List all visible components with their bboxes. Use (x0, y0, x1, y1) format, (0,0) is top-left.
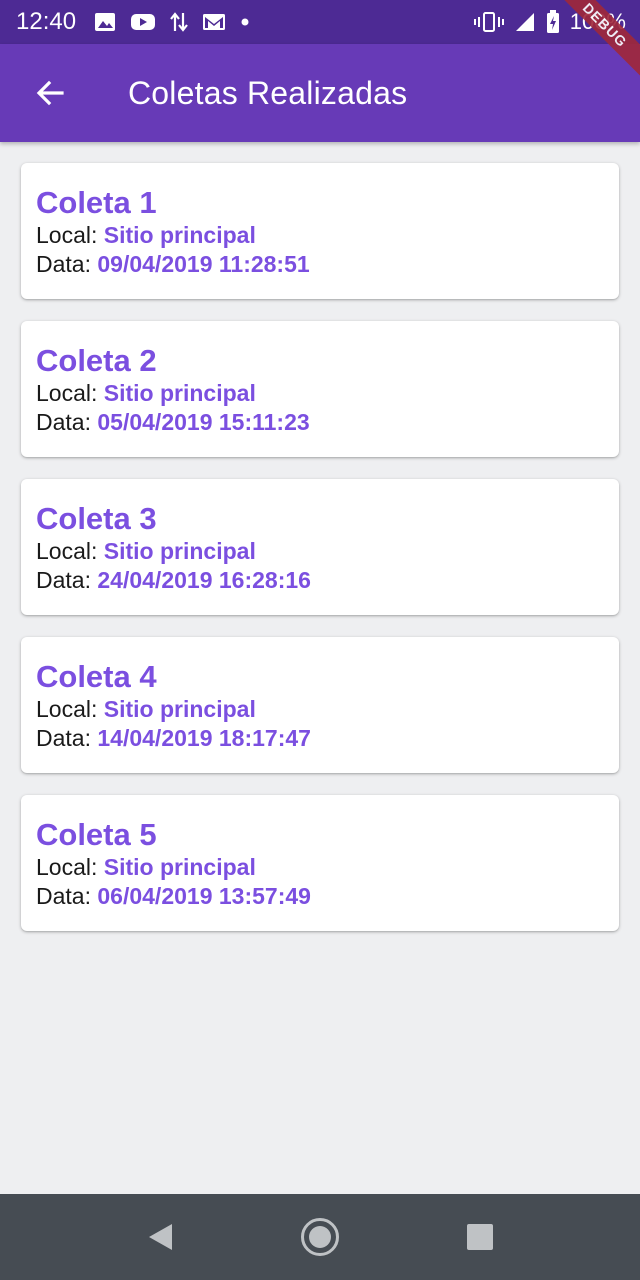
local-label: Local: (36, 696, 104, 722)
data-value: 24/04/2019 16:28:16 (97, 567, 311, 593)
local-value: Sitio principal (103, 696, 256, 722)
local-label: Local: (36, 222, 104, 248)
coleta-data: Data: 09/04/2019 11:28:51 (36, 250, 604, 279)
coleta-local: Local: Sitio principal (36, 379, 604, 408)
status-notification-icons (94, 11, 250, 33)
coleta-local: Local: Sitio principal (36, 537, 604, 566)
coleta-local: Local: Sitio principal (36, 221, 604, 250)
coleta-title: Coleta 1 (36, 185, 157, 220)
signal-icon (514, 11, 536, 33)
coleta-data: Data: 06/04/2019 13:57:49 (36, 882, 604, 911)
coleta-title: Coleta 4 (36, 659, 157, 694)
home-circle-icon (300, 1217, 340, 1257)
local-label: Local: (36, 538, 104, 564)
arrow-left-icon (35, 78, 65, 108)
coletas-list: Coleta 1 Local: Sitio principal Data: 09… (21, 163, 619, 953)
local-label: Local: (36, 380, 104, 406)
coleta-data: Data: 24/04/2019 16:28:16 (36, 566, 604, 595)
coleta-card[interactable]: Coleta 2 Local: Sitio principal Data: 05… (21, 321, 619, 457)
local-value: Sitio principal (103, 222, 256, 248)
coleta-data: Data: 05/04/2019 15:11:23 (36, 408, 604, 437)
back-triangle-icon (146, 1222, 174, 1252)
gmail-icon (202, 12, 226, 32)
data-label: Data: (36, 567, 98, 593)
data-value: 09/04/2019 11:28:51 (97, 251, 310, 277)
system-nav-bar (0, 1194, 640, 1280)
debug-banner: DEBUG (540, 0, 640, 100)
back-button[interactable] (20, 63, 80, 123)
coleta-title: Coleta 3 (36, 501, 157, 536)
data-label: Data: (36, 251, 98, 277)
recents-square-icon (466, 1223, 494, 1251)
coleta-card[interactable]: Coleta 5 Local: Sitio principal Data: 06… (21, 795, 619, 931)
data-value: 14/04/2019 18:17:47 (97, 725, 311, 751)
notification-dot-icon (240, 17, 250, 27)
nav-back-button[interactable] (120, 1197, 200, 1277)
data-label: Data: (36, 409, 98, 435)
coleta-local: Local: Sitio principal (36, 853, 604, 882)
youtube-icon (130, 12, 156, 32)
coleta-local: Local: Sitio principal (36, 695, 604, 724)
status-time: 12:40 (16, 8, 77, 35)
local-value: Sitio principal (103, 854, 256, 880)
local-label: Local: (36, 854, 104, 880)
debug-label: DEBUG (544, 0, 640, 86)
page-title: Coletas Realizadas (128, 74, 408, 111)
coleta-card[interactable]: Coleta 4 Local: Sitio principal Data: 14… (21, 637, 619, 773)
data-value: 05/04/2019 15:11:23 (97, 409, 310, 435)
coleta-card[interactable]: Coleta 1 Local: Sitio principal Data: 09… (21, 163, 619, 299)
nav-home-button[interactable] (280, 1197, 360, 1277)
data-value: 06/04/2019 13:57:49 (97, 883, 311, 909)
coleta-card[interactable]: Coleta 3 Local: Sitio principal Data: 24… (21, 479, 619, 615)
coleta-title: Coleta 5 (36, 817, 157, 852)
local-value: Sitio principal (103, 380, 256, 406)
coleta-data: Data: 14/04/2019 18:17:47 (36, 724, 604, 753)
image-icon (94, 12, 116, 32)
vibrate-icon (473, 11, 504, 33)
nav-recents-button[interactable] (440, 1197, 520, 1277)
data-label: Data: (36, 725, 98, 751)
data-transfer-icon (170, 11, 188, 33)
coleta-title: Coleta 2 (36, 343, 157, 378)
local-value: Sitio principal (103, 538, 256, 564)
data-label: Data: (36, 883, 98, 909)
